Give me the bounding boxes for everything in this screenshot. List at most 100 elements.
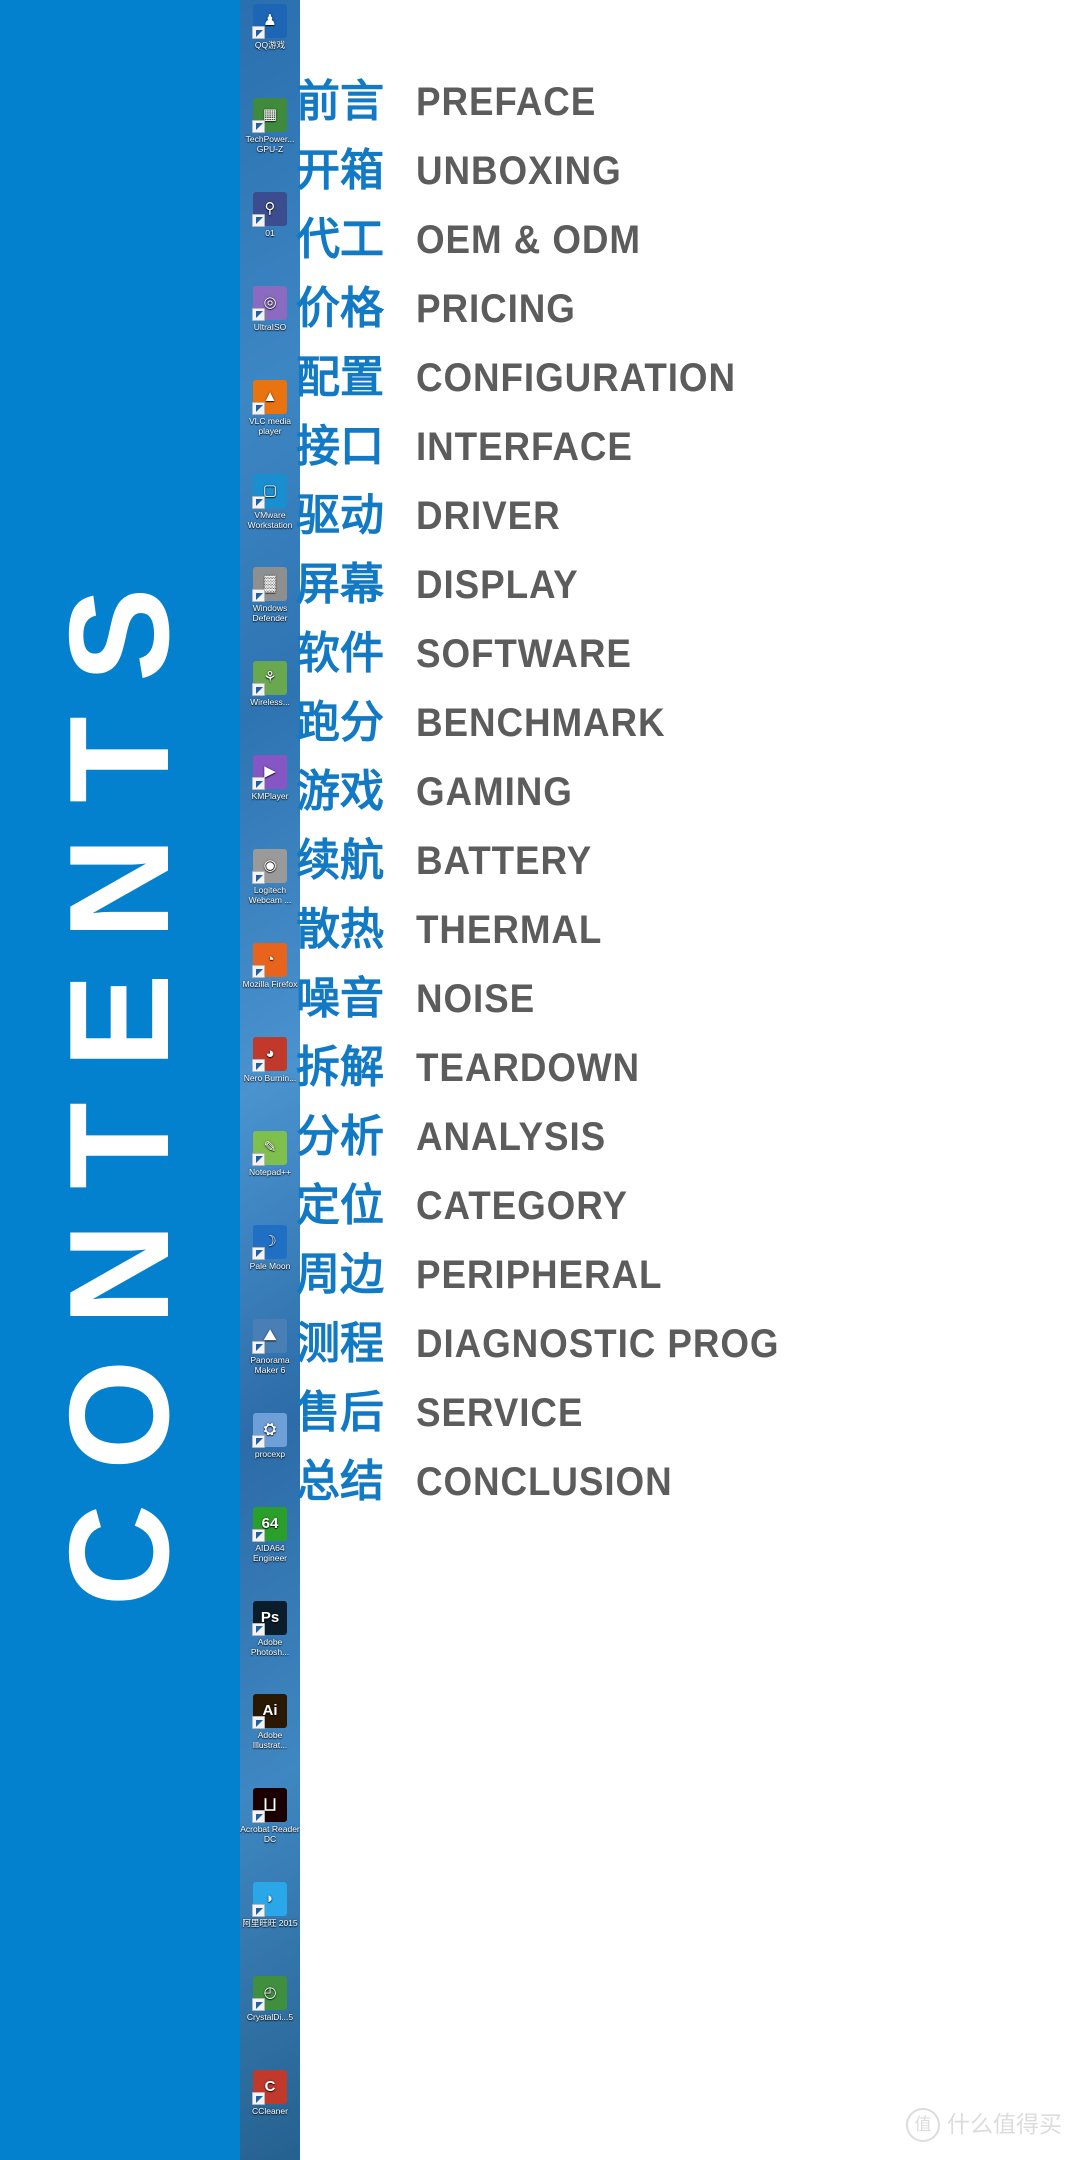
toc-row[interactable]: 测程 DIAGNOSTIC PROG [296, 1312, 1080, 1376]
defender-wall-icon[interactable]: ▓ [252, 567, 287, 603]
toc-label-en: THERMAL [416, 908, 603, 952]
desktop-icon[interactable]: ⚘ Wireless... [240, 661, 300, 707]
toc-row[interactable]: 接口 INTERFACE [296, 415, 1080, 479]
acrobat-reader-icon[interactable]: ⨆ [252, 1788, 287, 1824]
toc-row[interactable]: 散热 THERMAL [296, 898, 1080, 962]
toc-row[interactable]: 拆解 TEARDOWN [296, 1036, 1080, 1100]
toc-row[interactable]: 屏幕 DISPLAY [296, 553, 1080, 617]
toc-label-en: UNBOXING [416, 149, 622, 193]
desktop-icon-label: procexp [254, 1448, 286, 1459]
toc-label-en: DIAGNOSTIC PROG [416, 1322, 780, 1366]
desktop-icon[interactable]: ▦ TechPower... GPU-Z [240, 97, 300, 154]
desktop-icon[interactable]: ▶ KMPlayer [240, 755, 300, 801]
toc-row[interactable]: 定位 CATEGORY [296, 1174, 1080, 1238]
toc-label-en: SOFTWARE [416, 632, 632, 676]
toc-row[interactable]: 代工 OEM & ODM [296, 208, 1080, 272]
desktop-icon-label: AIDA64 Engineer [252, 1542, 288, 1563]
palemoon-icon[interactable]: ☽ [252, 1224, 287, 1260]
desktop-icon[interactable]: ▲ VLC media player [240, 379, 300, 436]
illustrator-icon[interactable]: Ai [252, 1694, 287, 1730]
desktop-icon[interactable]: ☽ Pale Moon [240, 1224, 300, 1271]
process-explorer-icon[interactable]: ⛭ [252, 1412, 287, 1448]
toc-row[interactable]: 软件 SOFTWARE [296, 622, 1080, 686]
desktop-icon-label: Acrobat Reader DC [240, 1824, 300, 1845]
shortcut-arrow-icon [252, 1998, 265, 2012]
toc-row[interactable]: 驱动 DRIVER [296, 484, 1080, 548]
desktop-icon[interactable]: ◉ Logitech Webcam ... [240, 849, 300, 905]
desktop-icon[interactable]: ◴ CrystalDi...5 [240, 1976, 300, 2022]
photoshop-icon[interactable]: Ps [252, 1600, 287, 1636]
shortcut-arrow-icon [252, 1246, 265, 1260]
toc-row[interactable]: 售后 SERVICE [296, 1381, 1080, 1445]
toc-row[interactable]: 跑分 BENCHMARK [296, 691, 1080, 755]
gpuz-card-icon[interactable]: ▦ [252, 97, 287, 133]
shortcut-arrow-icon [252, 1810, 265, 1824]
toc-label-cn: 总结 [296, 1456, 384, 1507]
desktop-icon[interactable]: ▢ VMware Workstation [240, 473, 300, 530]
aida64-icon[interactable]: 64 [252, 1506, 287, 1542]
vlc-cone-icon[interactable]: ▲ [252, 379, 287, 415]
toc-label-cn: 开箱 [296, 145, 384, 196]
desktop-icon[interactable]: ⛰ Panorama Maker 6 [240, 1318, 300, 1375]
aliwangwang-icon[interactable]: ◗ [252, 1882, 287, 1918]
toc-row[interactable]: 配置 CONFIGURATION [296, 346, 1080, 410]
panorama-icon[interactable]: ⛰ [252, 1318, 287, 1354]
toc-label-en: NOISE [416, 977, 536, 1021]
shortcut-arrow-icon [252, 2092, 265, 2106]
desktop-icon[interactable]: ⨆ Acrobat Reader DC [240, 1788, 300, 1844]
shortcut-arrow-icon [252, 1434, 265, 1448]
shortcut-arrow-icon [252, 589, 265, 603]
desktop-icon[interactable]: ◔ Mozilla Firefox [240, 943, 300, 989]
firefox-icon[interactable]: ◔ [252, 943, 287, 979]
desktop-icon-label: CCleaner [252, 2106, 288, 2117]
desktop-icon-label: VLC media player [248, 415, 292, 436]
toc-label-cn: 软件 [296, 628, 384, 679]
vmware-icon[interactable]: ▢ [252, 473, 287, 509]
desktop-icon[interactable]: ◗ 阿里旺旺 2015 [240, 1882, 300, 1928]
shortcut-arrow-icon [252, 965, 265, 979]
desktop-icon-label: UltraISO [253, 321, 287, 332]
desktop-icon[interactable]: C CCleaner [240, 2070, 300, 2116]
toc-label-en: BATTERY [416, 839, 593, 883]
shortcut-arrow-icon [252, 871, 265, 885]
nero-burning-icon[interactable]: ◕ [252, 1037, 287, 1073]
desktop-icon-label: Adobe Photosh... [250, 1636, 290, 1657]
desktop-icon[interactable]: ♟ QQ游戏 [240, 4, 300, 50]
toc-row[interactable]: 续航 BATTERY [296, 829, 1080, 893]
shortcut-arrow-icon [252, 495, 265, 509]
desktop-icon[interactable]: Ai Adobe Illustrat... [240, 1694, 300, 1750]
toc-row[interactable]: 总结 CONCLUSION [296, 1450, 1080, 1514]
toc-row[interactable]: 周边 PERIPHERAL [296, 1243, 1080, 1307]
notepadpp-icon[interactable]: ✎ [252, 1130, 287, 1166]
toc-row[interactable]: 游戏 GAMING [296, 760, 1080, 824]
desktop-icon[interactable]: ⛭ procexp [240, 1412, 300, 1459]
desktop-icon[interactable]: ⚲ 01 [240, 191, 300, 238]
crystaldiskmark-icon[interactable]: ◴ [252, 1976, 287, 2012]
desktop-icon[interactable]: 64 AIDA64 Engineer [240, 1506, 300, 1563]
desktop-icon[interactable]: ▓ Windows Defender [240, 567, 300, 623]
desktop-icon[interactable]: ✎ Notepad++ [240, 1130, 300, 1177]
desktop-icon-strip[interactable]: ♟ QQ游戏 ▦ TechPower... GPU-Z ⚲ 01 ◎ UltraISO ▲ VLC… [240, 0, 300, 2160]
kmplayer-icon[interactable]: ▶ [252, 755, 287, 791]
toc-label-cn: 游戏 [296, 766, 384, 817]
toc-row[interactable]: 分析 ANALYSIS [296, 1105, 1080, 1169]
toc-label-cn: 定位 [296, 1180, 384, 1231]
shortcut-arrow-icon [252, 307, 265, 321]
wireless-network-icon[interactable]: ⚘ [252, 661, 287, 697]
magnifier-shield-icon[interactable]: ⚲ [252, 191, 287, 227]
toc-label-cn: 前言 [296, 76, 384, 127]
toc-row[interactable]: 前言 PREFACE [296, 70, 1080, 134]
desktop-icon[interactable]: ◎ UltraISO [240, 285, 300, 332]
qq-penguin-icon[interactable]: ♟ [252, 4, 287, 39]
toc-label-cn: 噪音 [296, 973, 384, 1024]
shortcut-arrow-icon [252, 1716, 265, 1730]
webcam-icon[interactable]: ◉ [252, 849, 287, 885]
desktop-icon-label: Notepad++ [248, 1166, 292, 1177]
toc-row[interactable]: 噪音 NOISE [296, 967, 1080, 1031]
desktop-icon[interactable]: Ps Adobe Photosh... [240, 1600, 300, 1657]
ccleaner-icon[interactable]: C [252, 2070, 287, 2106]
disc-icon[interactable]: ◎ [252, 285, 287, 321]
toc-row[interactable]: 开箱 UNBOXING [296, 139, 1080, 203]
desktop-icon[interactable]: ◕ Nero Burnin... [240, 1037, 300, 1083]
toc-row[interactable]: 价格 PRICING [296, 277, 1080, 341]
